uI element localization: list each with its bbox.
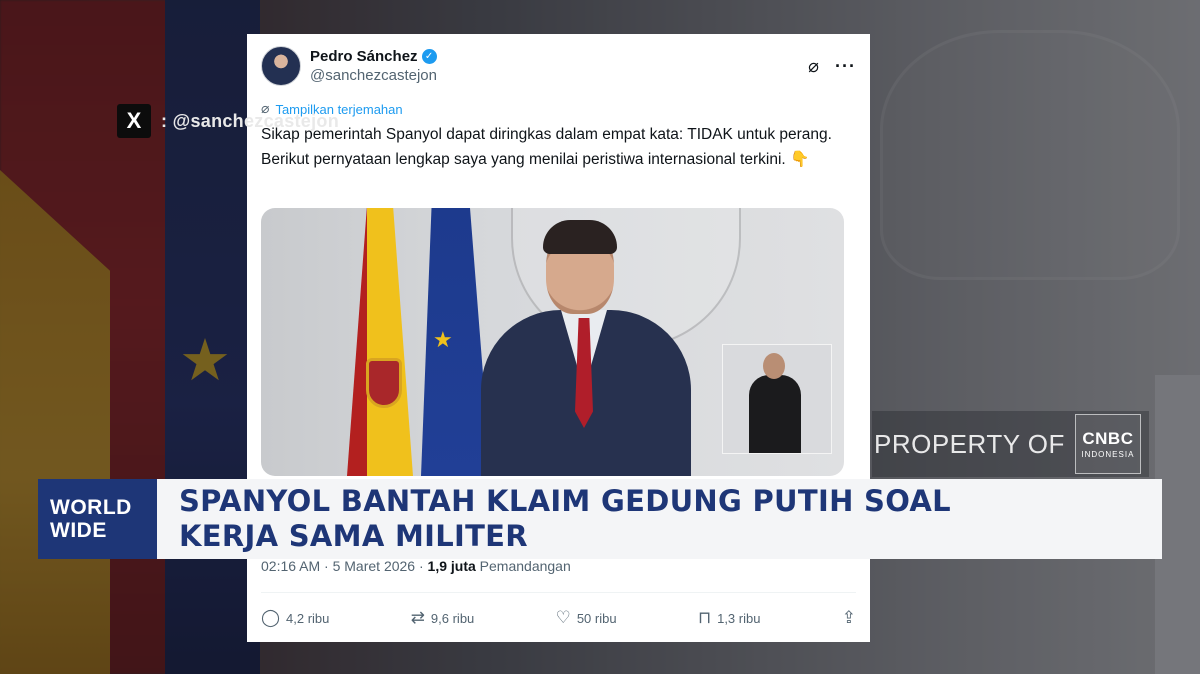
tweet-header-actions: ⌀ ··· [808, 56, 856, 77]
x-logo-icon: X [117, 104, 151, 138]
avatar[interactable] [261, 46, 301, 86]
x-handle-overlay: X : @sanchezcastejon [117, 104, 339, 138]
reply-icon: ◯ [261, 608, 281, 628]
reply-button[interactable]: ◯ 4,2 ribu [261, 608, 329, 628]
cnbc-logo-main: CNBC [1082, 429, 1134, 448]
news-lower-third: WORLD WIDE SPANYOL BANTAH KLAIM GEDUNG P… [38, 479, 1162, 559]
interpreter-head [763, 353, 785, 379]
bookmark-count: 1,3 ribu [717, 610, 761, 626]
cnbc-watermark: PROPERTY OF CNBC INDONESIA [872, 411, 1149, 477]
segment-line-2: WIDE [50, 519, 107, 542]
like-button[interactable]: ♡ 50 ribu [556, 608, 617, 628]
grok-icon[interactable]: ⌀ [808, 56, 819, 77]
author-username[interactable]: @sanchezcastejon [310, 67, 437, 84]
cnbc-logo-sub: INDONESIA [1081, 450, 1135, 459]
repost-button[interactable]: ⇄ 9,6 ribu [411, 608, 475, 628]
tweet-video-media[interactable]: ★ [261, 208, 844, 476]
tweet-timestamp[interactable]: 02:16 AM · 5 Maret 2026 · [261, 558, 428, 574]
media-eu-star-icon: ★ [433, 328, 453, 353]
author-name-row: Pedro Sánchez ✓ [310, 48, 437, 65]
share-button[interactable]: ⇪ [842, 608, 856, 628]
media-speaker-figure [481, 218, 691, 476]
tweet-action-bar: ◯ 4,2 ribu ⇄ 9,6 ribu ♡ 50 ribu ⊓ 1,3 ri… [261, 606, 856, 630]
headline-line-2: KERJA SAMA MILITER [179, 519, 528, 553]
tweet-header: Pedro Sánchez ✓ @sanchezcastejon ⌀ ··· [261, 42, 856, 90]
tweet-body-text: Sikap pemerintah Spanyol dapat diringkas… [261, 126, 832, 168]
more-options-icon[interactable]: ··· [835, 56, 856, 77]
repost-icon: ⇄ [410, 608, 425, 628]
media-spain-crest [366, 358, 402, 408]
pointing-down-emoji-icon: 👇 [790, 150, 810, 168]
repost-count: 9,6 ribu [430, 610, 475, 626]
headline-line-1: SPANYOL BANTAH KLAIM GEDUNG PUTIH SOAL [179, 484, 951, 518]
author-display-name[interactable]: Pedro Sánchez [310, 48, 418, 65]
headline-box: SPANYOL BANTAH KLAIM GEDUNG PUTIH SOAL K… [157, 479, 1162, 559]
tweet-view-label: Pemandangan [475, 558, 571, 574]
x-handle-text: : @sanchezcastejon [161, 110, 340, 131]
segment-line-1: WORLD [50, 496, 132, 519]
author-block: Pedro Sánchez ✓ @sanchezcastejon [310, 48, 437, 84]
share-icon: ⇪ [841, 608, 856, 628]
tweet-meta: 02:16 AM · 5 Maret 2026 · 1,9 juta Peman… [261, 558, 571, 574]
sign-language-interpreter-inset [722, 344, 832, 454]
tweet-text: Sikap pemerintah Spanyol dapat diringkas… [261, 123, 841, 172]
tweet-divider [261, 592, 856, 593]
verified-badge-icon: ✓ [421, 49, 437, 64]
like-count: 50 ribu [576, 610, 617, 626]
media-spain-flag [347, 208, 413, 476]
heart-icon: ♡ [555, 608, 571, 628]
bookmark-icon: ⊓ [697, 608, 712, 628]
interpreter-body [749, 375, 801, 453]
cnbc-indonesia-logo: CNBC INDONESIA [1074, 414, 1141, 474]
watermark-text: PROPERTY OF [874, 428, 1065, 459]
segment-tag: WORLD WIDE [38, 479, 157, 559]
reply-count: 4,2 ribu [286, 610, 330, 626]
speaker-hair [543, 220, 617, 254]
bookmark-button[interactable]: ⊓ 1,3 ribu [698, 608, 761, 628]
tweet-view-count: 1,9 juta [427, 558, 476, 574]
